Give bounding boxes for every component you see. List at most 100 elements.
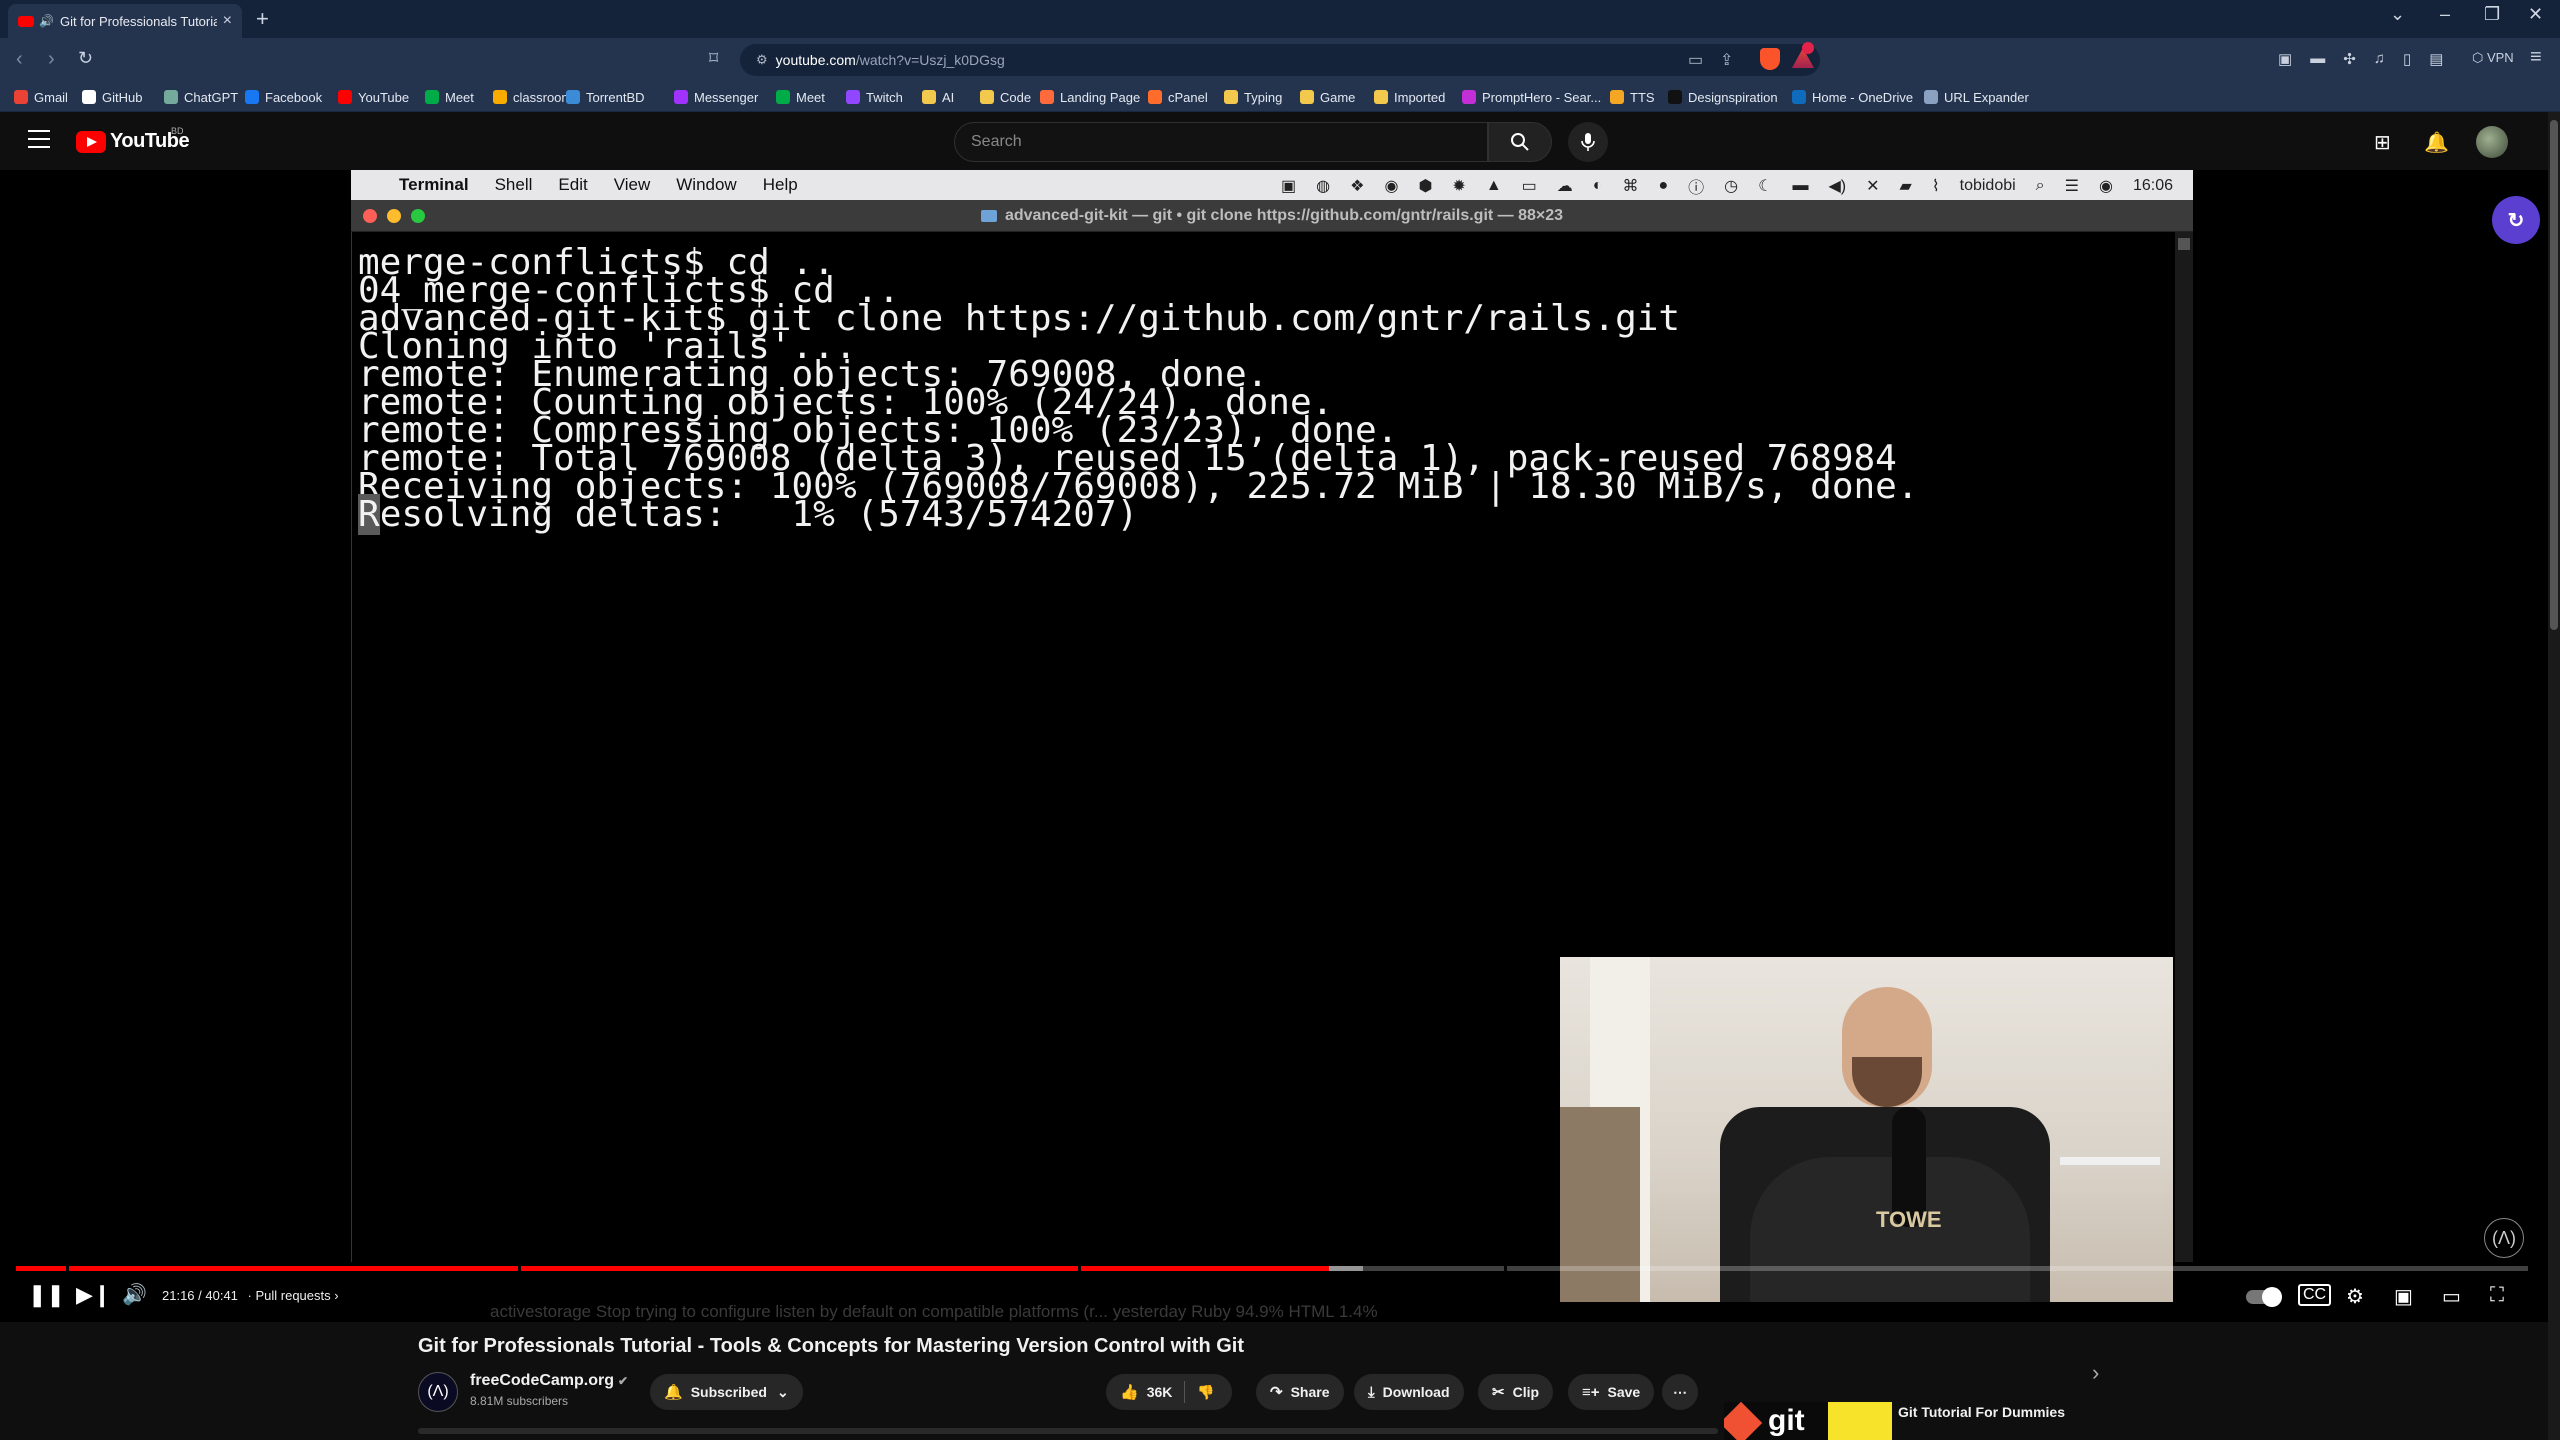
mac-user: tobidobi <box>1959 177 2016 194</box>
bookmark-item[interactable]: AI <box>922 88 954 106</box>
forward-button[interactable]: › <box>48 48 55 71</box>
time-text: 21:16 / 40:41 <box>162 1288 238 1303</box>
bookmark-item[interactable]: TTS <box>1610 88 1655 106</box>
next-button[interactable]: ▶❙ <box>76 1282 111 1308</box>
video-player[interactable]: Terminal Shell Edit View Window Help ▣ ◍… <box>0 170 2548 1322</box>
bookmark-favicon-icon <box>14 90 28 104</box>
bookmark-item[interactable]: Gmail <box>14 88 68 106</box>
bookmark-item[interactable]: YouTube <box>338 88 409 106</box>
brave-shields-icon[interactable] <box>1760 48 1780 70</box>
bookmark-label: Meet <box>796 89 825 105</box>
bookmark-item[interactable]: Meet <box>425 88 474 106</box>
site-info-icon[interactable]: ⚙ <box>756 52 768 68</box>
bookmark-item[interactable]: TorrentBD <box>566 88 645 106</box>
bookmark-item[interactable]: Facebook <box>245 88 322 106</box>
channel-name[interactable]: freeCodeCamp.org ✔ <box>470 1372 628 1390</box>
status-icon: ◍ <box>1316 178 1331 195</box>
fullscreen-button[interactable]: ⛶ <box>2490 1284 2504 1307</box>
bookmark-favicon-icon <box>922 90 936 104</box>
vpn-button[interactable]: ⬡ VPN <box>2472 50 2514 66</box>
new-tab-button[interactable]: + <box>256 6 269 32</box>
bookmark-item[interactable]: ChatGPT <box>164 88 238 106</box>
horizontal-scrollbar[interactable] <box>418 1428 1718 1434</box>
tab-search-chevron-icon[interactable]: ⌄ <box>2390 4 2405 25</box>
browser-menu-icon[interactable]: ≡ <box>2530 46 2542 69</box>
bookmark-item[interactable]: Imported <box>1374 88 1445 106</box>
volume-button[interactable]: 🔊 <box>122 1282 147 1307</box>
bookmark-icon[interactable]: ⌑ <box>709 48 718 69</box>
back-button[interactable]: ‹ <box>16 48 23 71</box>
bookmark-item[interactable]: Twitch <box>846 88 903 106</box>
bookmark-favicon-icon <box>82 90 96 104</box>
like-button[interactable]: 👍 <box>1120 1383 1139 1401</box>
bookmark-item[interactable]: cPanel <box>1148 88 1208 106</box>
subtitles-button[interactable]: CC <box>2298 1284 2332 1306</box>
subscribed-button[interactable]: 🔔 Subscribed ⌄ <box>650 1374 803 1410</box>
address-bar[interactable]: ⚙ youtube.com /watch?v=Uszj_k0DGsg <box>740 44 1820 76</box>
channel-watermark[interactable]: (Λ) <box>2484 1218 2524 1258</box>
close-window-button[interactable]: ✕ <box>2528 4 2543 25</box>
miniplayer-button[interactable]: ▣ <box>2394 1284 2413 1309</box>
puzzle-icon[interactable]: ✣ <box>2343 50 2356 68</box>
extension-icon[interactable]: ▣ <box>2278 50 2292 68</box>
mac-menu-window: Window <box>676 175 737 194</box>
share-page-icon[interactable]: ⇪ <box>1720 50 1733 70</box>
bookmark-item[interactable]: Code <box>980 88 1031 106</box>
bookmark-item[interactable]: Typing <box>1224 88 1282 106</box>
zoom-light-icon <box>411 209 425 223</box>
cast-icon[interactable]: ▭ <box>1688 50 1703 70</box>
bookmark-label: Gmail <box>34 89 68 105</box>
more-actions-button[interactable]: ⋯ <box>1662 1374 1698 1410</box>
restore-button[interactable]: ❐ <box>2484 4 2500 25</box>
clip-button[interactable]: ✂ Clip <box>1478 1374 1554 1410</box>
speaker-icon[interactable]: 🔊 <box>39 14 54 28</box>
bookmark-item[interactable]: GitHub <box>82 88 142 106</box>
search-input[interactable]: Search <box>954 122 1488 162</box>
notifications-bell-icon[interactable]: 🔔 <box>2424 130 2449 155</box>
voice-search-button[interactable] <box>1568 122 1608 162</box>
save-button[interactable]: ≡+ Save <box>1568 1374 1655 1410</box>
bookmark-item[interactable]: Designspiration <box>1668 88 1778 106</box>
channel-avatar[interactable]: (Λ) <box>418 1372 458 1412</box>
media-icon[interactable]: ♫ <box>2374 50 2385 68</box>
theater-mode-button[interactable]: ▭ <box>2442 1284 2461 1309</box>
share-button[interactable]: ↷ Share <box>1256 1374 1344 1410</box>
status-icon: ☁ <box>1556 178 1573 195</box>
tab-close-icon[interactable]: × <box>223 12 232 30</box>
search-button[interactable] <box>1488 122 1552 162</box>
tab-active[interactable]: 🔊 Git for Professionals Tutorial × <box>8 4 242 38</box>
chapter-title-button[interactable]: · Pull requests <box>248 1288 331 1303</box>
bookmark-item[interactable]: Landing Page <box>1040 88 1140 106</box>
bookmark-label: Twitch <box>866 89 903 105</box>
bookmark-item[interactable]: Meet <box>776 88 825 106</box>
create-video-icon[interactable]: ⊞ <box>2374 130 2391 155</box>
extension-icon[interactable]: ▬ <box>2310 50 2325 68</box>
account-avatar[interactable] <box>2476 126 2508 158</box>
related-video-thumbnail[interactable]: git <box>1724 1402 1892 1440</box>
settings-gear-icon[interactable]: ⚙ <box>2346 1284 2364 1309</box>
bookmark-item[interactable]: classroom <box>493 88 572 106</box>
dislike-button[interactable]: 👎 <box>1197 1384 1214 1401</box>
download-button[interactable]: ⤓ Download <box>1354 1374 1464 1410</box>
bookmark-item[interactable]: PromptHero - Sear... <box>1462 88 1601 106</box>
chevron-down-icon: ⌄ <box>776 1383 789 1400</box>
progress-bar[interactable] <box>16 1266 2528 1271</box>
wallet-icon[interactable]: ▤ <box>2429 50 2443 68</box>
assistant-widget-icon[interactable]: ↻ <box>2492 196 2540 244</box>
chevron-right-icon[interactable]: › <box>2092 1360 2099 1386</box>
status-icon: ▲ <box>1485 177 1502 194</box>
related-video-title[interactable]: Git Tutorial For Dummies <box>1898 1404 2065 1420</box>
minimize-button[interactable]: – <box>2440 4 2450 25</box>
autoplay-toggle[interactable] <box>2246 1287 2282 1307</box>
bookmark-item[interactable]: URL Expander <box>1924 88 2029 106</box>
page-scrollbar[interactable] <box>2548 112 2560 1440</box>
chevron-right-icon[interactable]: › <box>334 1288 338 1303</box>
reload-button[interactable]: ↻ <box>78 48 93 69</box>
pause-button[interactable]: ❚❚ <box>28 1282 65 1308</box>
sidebar-icon[interactable]: ▯ <box>2403 50 2411 68</box>
bookmark-item[interactable]: Game <box>1300 88 1355 106</box>
bookmark-item[interactable]: Home - OneDrive <box>1792 88 1913 106</box>
guide-menu-icon[interactable] <box>28 130 50 154</box>
subscribed-label: Subscribed <box>690 1384 767 1400</box>
bookmark-item[interactable]: Messenger <box>674 88 758 106</box>
